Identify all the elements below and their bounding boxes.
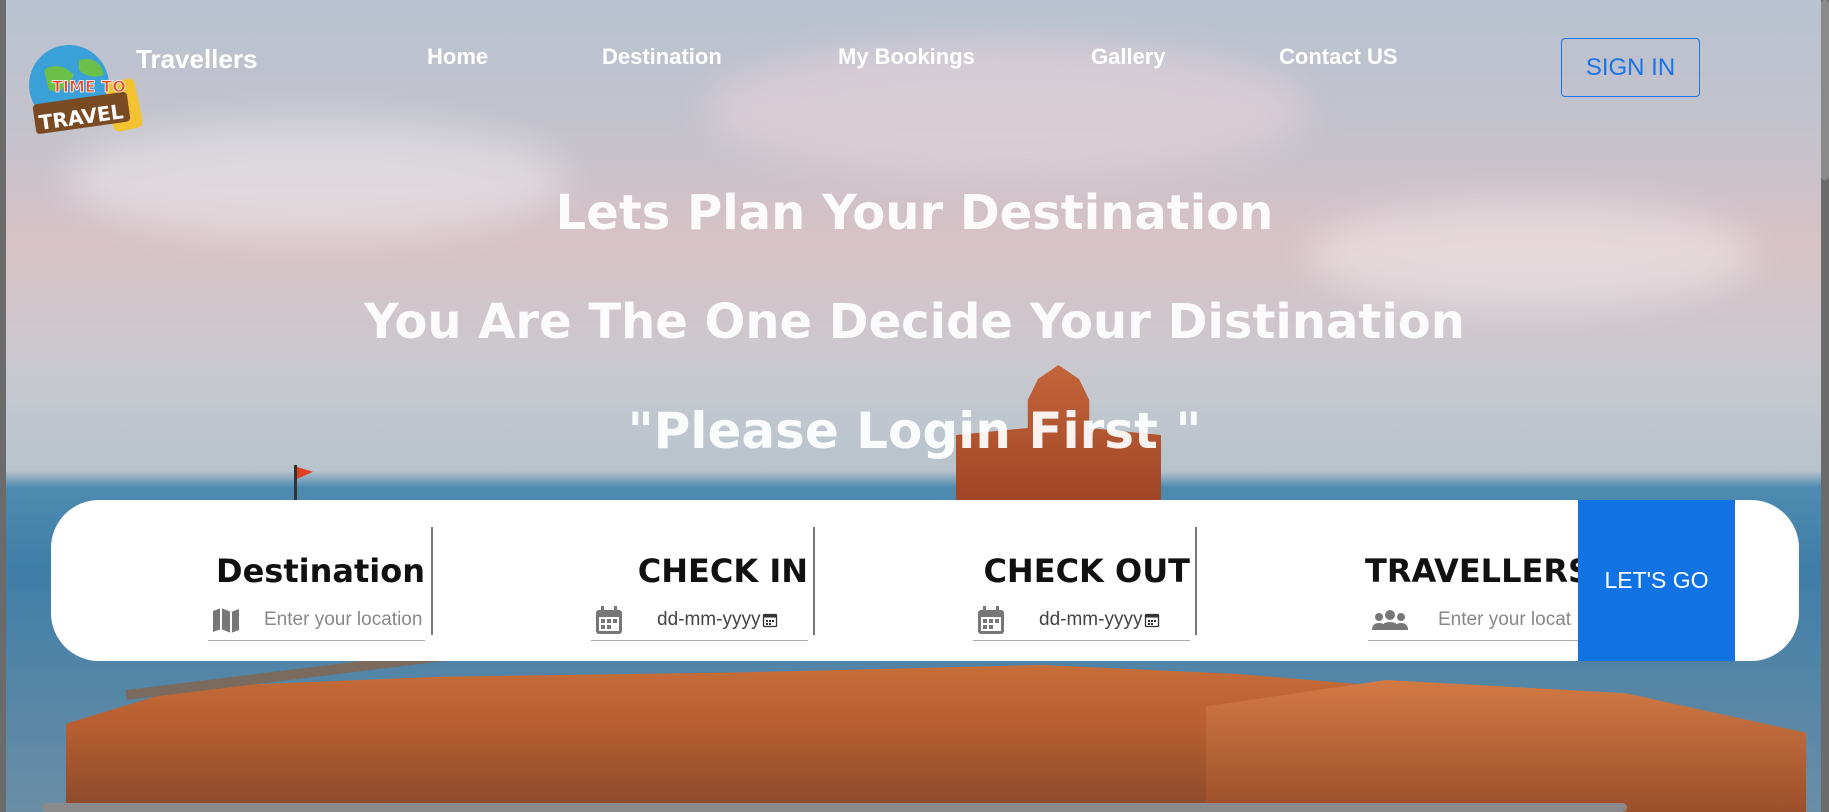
hero-subtitle: You Are The One Decide Your Distination xyxy=(364,294,1465,350)
vertical-scrollbar[interactable] xyxy=(1821,0,1829,180)
nav-contact-us[interactable]: Contact US xyxy=(1279,44,1398,70)
logo[interactable]: TIME TO TRAVEL xyxy=(24,40,143,145)
destination-input-row xyxy=(208,600,426,641)
date-picker-icon[interactable] xyxy=(1144,612,1160,628)
checkout-field: CHECK OUT dd-mm-yyyy xyxy=(923,500,1190,661)
nav-home[interactable]: Home xyxy=(427,44,488,70)
rock-island xyxy=(1206,680,1806,812)
destination-input[interactable] xyxy=(262,608,426,632)
search-bar: Destination CHECK IN dd-mm-yyyy xyxy=(51,500,1799,661)
horizontal-scrollbar[interactable] xyxy=(42,803,1627,812)
login-prompt: "Please Login First " xyxy=(627,402,1202,460)
destination-field: Destination xyxy=(159,500,426,661)
travellers-field: TRAVELLERS xyxy=(1305,500,1591,661)
travellers-label: TRAVELLERS xyxy=(1364,552,1591,590)
calendar-icon xyxy=(978,606,1004,634)
brand-name[interactable]: Travellers xyxy=(136,44,257,75)
hero-title: Lets Plan Your Destination xyxy=(555,185,1274,241)
cloud xyxy=(706,40,1306,180)
nav-my-bookings[interactable]: My Bookings xyxy=(838,44,975,70)
flag xyxy=(297,467,313,479)
field-divider xyxy=(813,527,815,635)
checkin-field: CHECK IN dd-mm-yyyy xyxy=(541,500,808,661)
date-picker-icon[interactable] xyxy=(762,612,778,628)
users-icon xyxy=(1372,610,1408,630)
logo-text-top: TIME TO xyxy=(52,77,126,96)
map-icon xyxy=(213,608,239,633)
checkin-date-value[interactable]: dd-mm-yyyy xyxy=(657,609,760,631)
travellers-input-row xyxy=(1368,600,1585,641)
calendar-icon xyxy=(596,606,622,634)
field-divider xyxy=(1195,527,1197,635)
checkout-input-row[interactable]: dd-mm-yyyy xyxy=(973,600,1190,641)
field-divider xyxy=(431,527,433,635)
checkin-input-row[interactable]: dd-mm-yyyy xyxy=(591,600,808,641)
flagpole xyxy=(294,465,297,505)
nav-destination[interactable]: Destination xyxy=(602,44,722,70)
lets-go-button[interactable]: LET'S GO xyxy=(1578,500,1735,661)
checkout-label: CHECK OUT xyxy=(983,552,1190,590)
checkout-date-value[interactable]: dd-mm-yyyy xyxy=(1039,609,1142,631)
travellers-input[interactable] xyxy=(1436,608,1580,632)
signin-button[interactable]: SIGN IN xyxy=(1561,38,1700,97)
nav-gallery[interactable]: Gallery xyxy=(1091,44,1166,70)
checkin-label: CHECK IN xyxy=(637,552,808,590)
destination-label: Destination xyxy=(216,552,425,590)
